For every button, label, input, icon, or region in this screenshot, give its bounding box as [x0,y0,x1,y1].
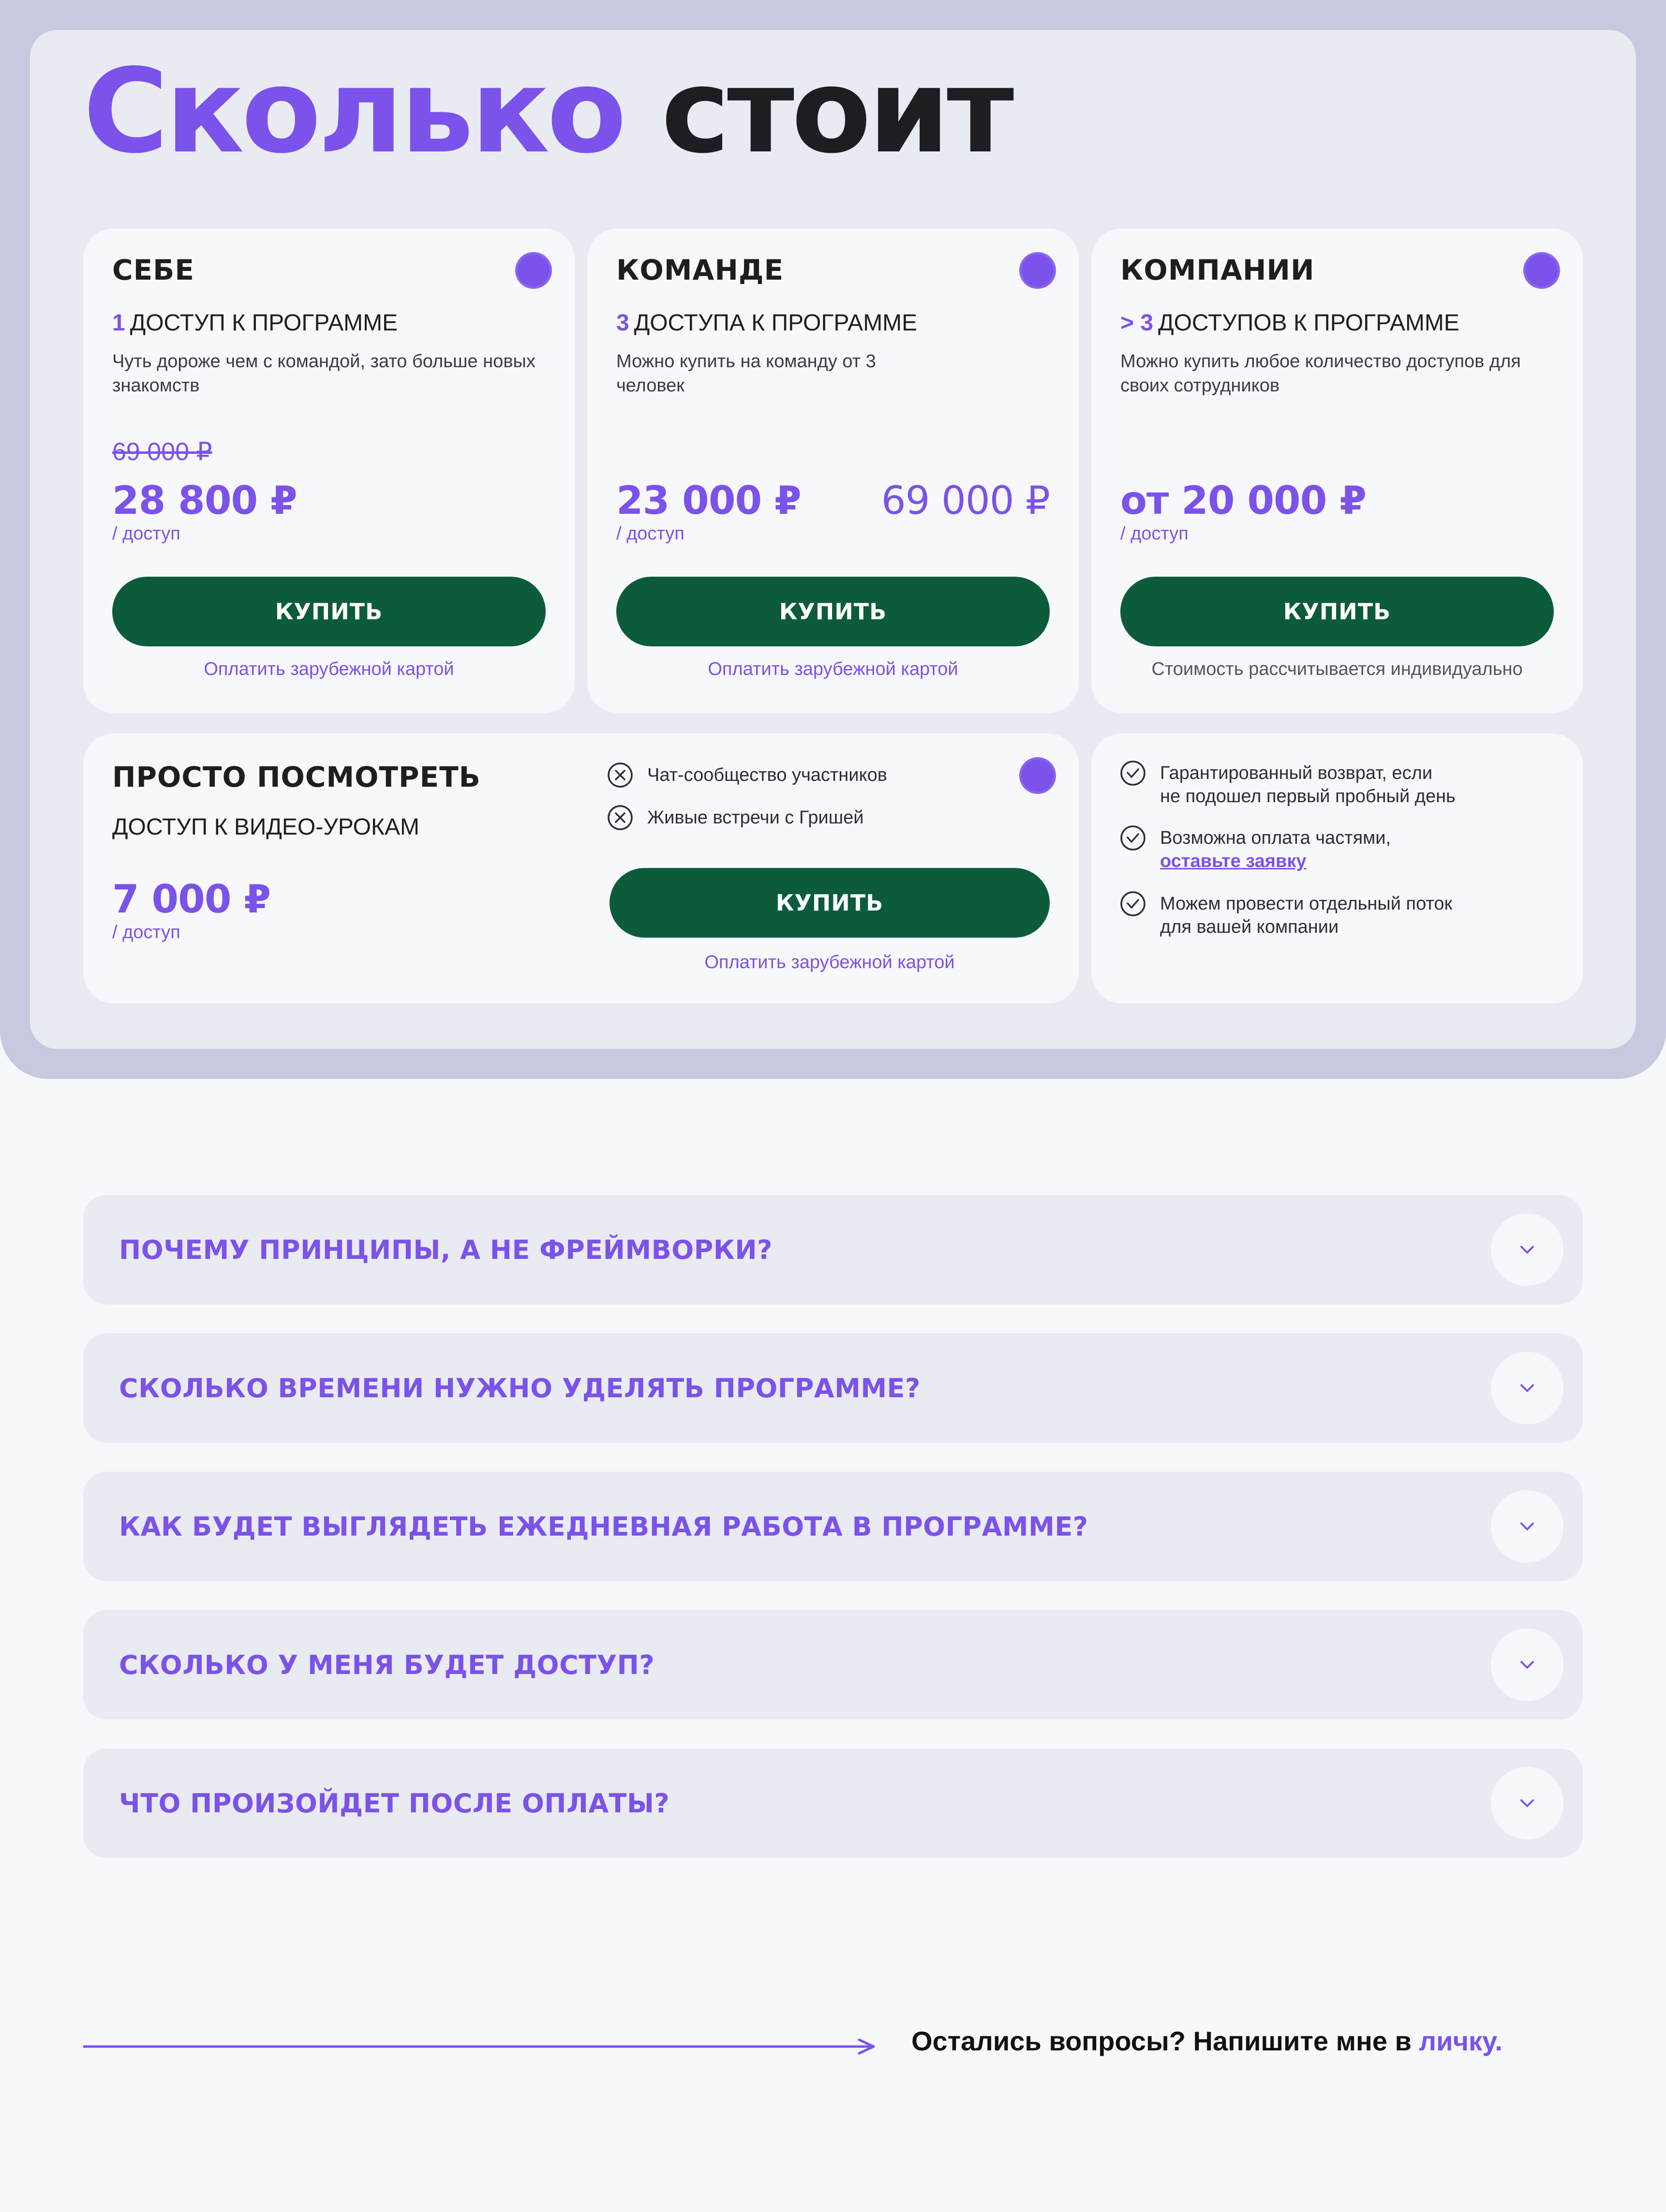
excluded-feature-text: Живые встречи с Гришей [647,807,864,828]
faq-item[interactable]: ПОЧЕМУ ПРИНЦИПЫ, А НЕ ФРЕЙМВОРКИ? [83,1195,1583,1304]
benefit-item: Возможна оплата частями, оставьте заявку [1119,825,1391,873]
faq-toggle[interactable] [1491,1213,1563,1286]
purple-seal-icon [1526,254,1558,286]
faq-question: СКОЛЬКО ВРЕМЕНИ НУЖНО УДЕЛЯТЬ ПРОГРАММЕ? [119,1373,921,1404]
purple-seal-icon [1022,760,1054,792]
leave-request-link[interactable]: оставьте заявку [1160,850,1391,873]
buy-button-company[interactable]: КУПИТЬ [1120,577,1554,646]
plan-card-team: КОМАНДЕ 3 ДОСТУПА К ПРОГРАММЕ Можно купит… [587,228,1079,713]
plan-description: Чуть дороже чем с командой, зато больше … [112,351,536,396]
contact-text: Остались вопросы? Напишите мне в [911,2026,1412,2056]
benefit-item: Гарантированный возврат, если не подошел… [1119,761,1456,808]
benefit-item: Можем провести отдельный поток для вашей… [1119,891,1453,939]
faq-item[interactable]: СКОЛЬКО У МЕНЯ БУДЕТ ДОСТУП? [83,1610,1583,1719]
plan-unit: / доступ [112,523,180,544]
plan-card-self: СЕБЕ 1 ДОСТУП К ПРОГРАММЕ Чуть дороже чем… [83,228,575,713]
plan-price: 7 000 ₽ [112,877,271,922]
page-title: Сколько стоит [83,53,1014,169]
plan-access: 3 ДОСТУПА К ПРОГРАММЕ [616,310,917,336]
plan-access-count: > 3 [1120,310,1154,336]
benefit-text: Можем провести отдельный поток [1160,894,1453,914]
plan-price: 23 000 ₽ [616,478,802,523]
plan-unit: / доступ [616,523,684,544]
plan-access-count: 3 [616,310,629,336]
faq-item[interactable]: СКОЛЬКО ВРЕМЕНИ НУЖНО УДЕЛЯТЬ ПРОГРАММЕ? [83,1333,1583,1443]
buy-button-team[interactable]: КУПИТЬ [616,577,1050,646]
buy-button-video[interactable]: КУПИТЬ [610,868,1050,938]
benefit-text: не подошел первый пробный день [1160,786,1456,807]
plan-access-label: ДОСТУПОВ К ПРОГРАММЕ [1158,310,1459,336]
chevron-down-icon [1520,1384,1534,1392]
chevron-down-icon [1520,1523,1534,1530]
plan-access: 1 ДОСТУП К ПРОГРАММЕ [112,310,398,336]
direct-message-link[interactable]: личку. [1419,2026,1502,2056]
plan-unit: / доступ [1120,523,1189,544]
x-circle-icon [608,762,633,788]
faq-toggle[interactable] [1491,1767,1563,1839]
plan-old-price: 69 000 ₽ [112,438,212,466]
benefit-text: Гарантированный возврат, если [1160,763,1433,783]
faq-question: СКОЛЬКО У МЕНЯ БУДЕТ ДОСТУП? [119,1649,655,1680]
plan-access-count: 1 [112,310,125,336]
plan-price-compare: 69 000 ₽ [881,478,1050,523]
benefits-card: Гарантированный возврат, если не подошел… [1091,733,1583,1003]
check-circle-icon [1120,825,1145,851]
excluded-feature: Живые встречи с Гришей [607,805,864,831]
plan-price: от 20 000 ₽ [1120,478,1367,523]
plan-description: Можно купить любое количество доступов д… [1120,351,1521,396]
contact-prompt: Остались вопросы? Напишите мне в личку. [911,2025,1502,2057]
benefit-text: Возможна оплата частями, [1160,828,1391,848]
buy-button-self[interactable]: КУПИТЬ [112,577,546,646]
plan-price: 28 800 ₽ [112,478,298,523]
faq-item[interactable]: КАК БУДЕТ ВЫГЛЯДЕТЬ ЕЖЕДНЕВНАЯ РАБОТА В … [83,1472,1583,1581]
plan-title: КОМАНДЕ [616,254,784,286]
plan-title: ПРОСТО ПОСМОТРЕТЬ [112,761,481,793]
faq-toggle[interactable] [1491,1490,1563,1563]
faq-toggle[interactable] [1491,1629,1563,1701]
foreign-card-link[interactable]: Оплатить зарубежной картой [610,952,1050,973]
excluded-feature-text: Чат-сообщество участников [647,765,887,785]
plan-title: СЕБЕ [112,254,195,286]
foreign-card-link[interactable]: Оплатить зарубежной картой [83,659,575,680]
faq-question: ПОЧЕМУ ПРИНЦИПЫ, А НЕ ФРЕЙМВОРКИ? [119,1234,773,1265]
chevron-down-icon [1520,1661,1534,1669]
plan-access-label: ДОСТУПА К ПРОГРАММЕ [634,310,918,336]
chevron-down-icon [1520,1246,1534,1254]
title-rest: стоит [661,44,1014,179]
x-circle-icon [608,805,633,830]
purple-seal-icon [518,254,550,286]
faq-question: ЧТО ПРОИЗОЙДЕТ ПОСЛЕ ОПЛАТЫ? [119,1788,670,1819]
arrow-right-icon [83,2038,875,2055]
plan-card-company: КОМПАНИИ > 3 ДОСТУПОВ К ПРОГРАММЕ Можно к… [1091,228,1583,713]
plan-access: > 3 ДОСТУПОВ К ПРОГРАММЕ [1120,310,1459,336]
plan-unit: / доступ [112,922,180,942]
faq-toggle[interactable] [1491,1352,1563,1424]
purple-seal-icon [1022,254,1054,286]
title-accent: Сколько [83,44,626,179]
foreign-card-link[interactable]: Оплатить зарубежной картой [587,659,1079,680]
faq-question: КАК БУДЕТ ВЫГЛЯДЕТЬ ЕЖЕДНЕВНАЯ РАБОТА В … [119,1511,1088,1542]
check-circle-icon [1120,761,1145,786]
plan-access-label: ДОСТУП К ПРОГРАММЕ [130,310,398,336]
plan-access: ДОСТУП К ВИДЕО-УРОКАМ [112,814,419,840]
chevron-down-icon [1520,1799,1534,1807]
company-price-note: Стоимость рассчитывается индивидуально [1151,659,1523,679]
plan-card-video: ПРОСТО ПОСМОТРЕТЬ ДОСТУП К ВИДЕО-УРОКАМ … [83,733,1079,1003]
excluded-feature: Чат-сообщество участников [607,762,887,789]
plan-title: КОМПАНИИ [1120,254,1315,286]
check-circle-icon [1120,891,1145,916]
faq-item[interactable]: ЧТО ПРОИЗОЙДЕТ ПОСЛЕ ОПЛАТЫ? [83,1749,1583,1858]
benefit-text: для вашей компании [1160,917,1339,937]
plan-description: Можно купить на команду от 3 человек [616,351,876,396]
